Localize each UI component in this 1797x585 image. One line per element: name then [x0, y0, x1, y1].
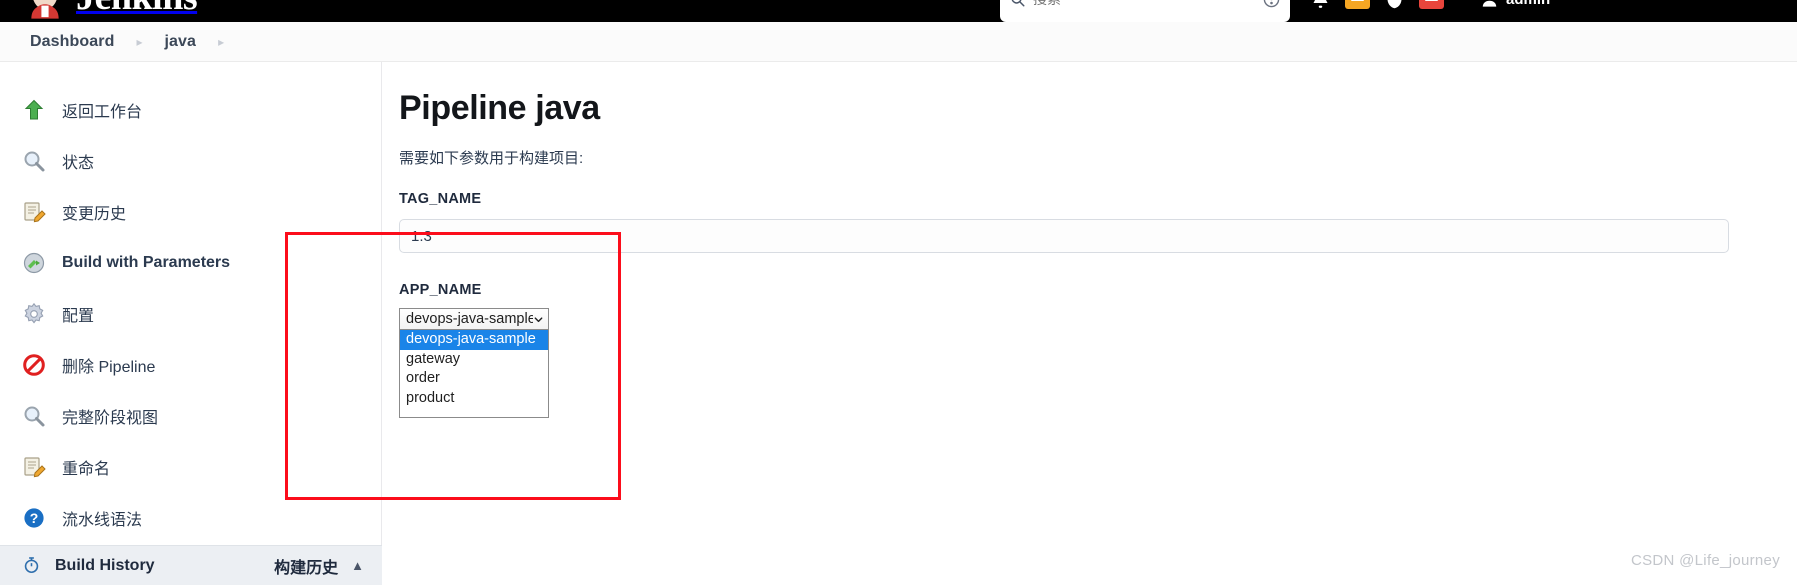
error-count-badge[interactable]: [1419, 0, 1444, 9]
breadcrumb-separator-icon: ▸: [136, 34, 143, 49]
sidebar-item-back-to-dashboard[interactable]: 返回工作台: [0, 84, 381, 135]
main-content: Pipeline java 需要如下参数用于构建项目: TAG_NAME APP…: [383, 62, 1797, 585]
parameter-label-tag-name: TAG_NAME: [399, 191, 482, 207]
sidebar-item-label: 删除 Pipeline: [62, 358, 156, 376]
jenkins-butler-logo-icon: [31, 0, 59, 19]
sidebar-item-label: 返回工作台: [62, 103, 143, 121]
build-history-icon: [24, 557, 39, 574]
top-navigation-bar: Jenkins admin: [0, 0, 1797, 22]
page-title: Pipeline java: [399, 89, 600, 127]
sidebar-item-change-history[interactable]: 变更历史: [0, 186, 381, 237]
parameter-app-name: APP_NAME devops-java-sample devops-java-…: [399, 282, 1797, 418]
breadcrumb-item-java[interactable]: java: [165, 33, 197, 51]
sidebar-item-label: 完整阶段视图: [62, 409, 159, 427]
breadcrumb: Dashboard ▸ java ▸: [0, 22, 1797, 62]
sidebar-item-label: Build with Parameters: [62, 253, 231, 271]
app-name-selected-value: devops-java-sample: [406, 311, 533, 327]
help-circle-icon[interactable]: [1263, 0, 1280, 8]
topbar-icon-group: admin: [1310, 0, 1550, 22]
parameters-description: 需要如下参数用于构建项目:: [399, 150, 584, 167]
sidebar-item-label: 流水线语法: [62, 511, 143, 529]
user-avatar-icon: [1482, 0, 1497, 7]
watermark: CSDN @Life_journey: [1630, 552, 1780, 569]
user-menu[interactable]: admin: [1480, 0, 1550, 9]
badge-bar-glyph: [1425, 0, 1438, 1]
badge-bar-glyph: [1351, 0, 1364, 1]
build-parameters-form: TAG_NAME APP_NAME devops-java-sample dev…: [399, 190, 1797, 418]
sidebar-item-configure[interactable]: 配置: [0, 288, 381, 339]
build-history-title-cn: 构建历史: [274, 559, 339, 577]
sidebar-item-status[interactable]: 状态: [0, 135, 381, 186]
sidebar-item-pipeline-syntax[interactable]: ? 流水线语法: [0, 492, 381, 543]
svg-text:?: ?: [30, 510, 39, 526]
build-play-icon: [23, 252, 45, 273]
sidebar-item-delete-pipeline[interactable]: 删除 Pipeline: [0, 339, 381, 390]
build-history-title: Build History: [55, 556, 155, 574]
notification-bell-icon[interactable]: [1310, 0, 1331, 10]
security-shield-icon[interactable]: [1384, 0, 1405, 10]
app-name-option-order[interactable]: order: [400, 369, 548, 389]
sidebar: 返回工作台 状态 变更历史 Build with Parameters 配置 删…: [0, 62, 382, 585]
user-name-label: admin: [1506, 0, 1550, 8]
notepad-pencil-icon: [24, 456, 46, 477]
magnifier-icon: [24, 406, 45, 426]
parameter-tag-name: TAG_NAME: [399, 190, 1797, 253]
app-name-option-product[interactable]: product: [400, 389, 548, 409]
question-help-icon: ?: [24, 507, 44, 528]
build-history-panel-header[interactable]: Build History 构建历史 ▲: [0, 545, 382, 585]
app-name-select-wrapper: devops-java-sample devops-java-sample ga…: [399, 308, 549, 418]
global-search-box[interactable]: [1000, 0, 1290, 22]
breadcrumb-item-dashboard[interactable]: Dashboard: [30, 33, 114, 51]
gear-icon: [24, 302, 44, 324]
sidebar-item-label: 重命名: [62, 460, 111, 478]
search-input[interactable]: [1033, 0, 1255, 7]
no-entry-icon: [23, 353, 45, 376]
app-name-option-devops-java-sample[interactable]: devops-java-sample: [400, 330, 548, 350]
chevron-down-icon[interactable]: [533, 314, 544, 325]
jenkins-brand-text: Jenkins: [76, 0, 198, 20]
parameter-label-app-name: APP_NAME: [399, 282, 482, 298]
sidebar-item-rename[interactable]: 重命名: [0, 441, 381, 492]
sidebar-item-label: 状态: [62, 154, 95, 172]
tag-name-input[interactable]: [399, 219, 1729, 253]
chevron-up-icon[interactable]: ▲: [351, 558, 364, 573]
sidebar-menu: 返回工作台 状态 变更历史 Build with Parameters 配置 删…: [0, 62, 381, 543]
up-arrow-green-icon: [24, 99, 44, 119]
search-icon: [1011, 0, 1025, 6]
notepad-pencil-icon: [24, 201, 46, 222]
app-name-option-list: devops-java-sample gateway order product: [399, 330, 549, 418]
app-name-select[interactable]: devops-java-sample: [399, 308, 549, 330]
breadcrumb-separator-icon: ▸: [218, 34, 225, 49]
page-body: 返回工作台 状态 变更历史 Build with Parameters 配置 删…: [0, 62, 1797, 585]
sidebar-item-build-with-parameters[interactable]: Build with Parameters: [0, 237, 381, 288]
sidebar-item-label: 变更历史: [62, 205, 127, 223]
jenkins-home-link[interactable]: Jenkins: [22, 0, 198, 20]
notification-count-badge[interactable]: [1345, 0, 1370, 9]
sidebar-item-label: 配置: [62, 307, 95, 325]
magnifier-icon: [24, 151, 45, 171]
app-name-option-gateway[interactable]: gateway: [400, 350, 548, 370]
sidebar-item-full-stage-view[interactable]: 完整阶段视图: [0, 390, 381, 441]
